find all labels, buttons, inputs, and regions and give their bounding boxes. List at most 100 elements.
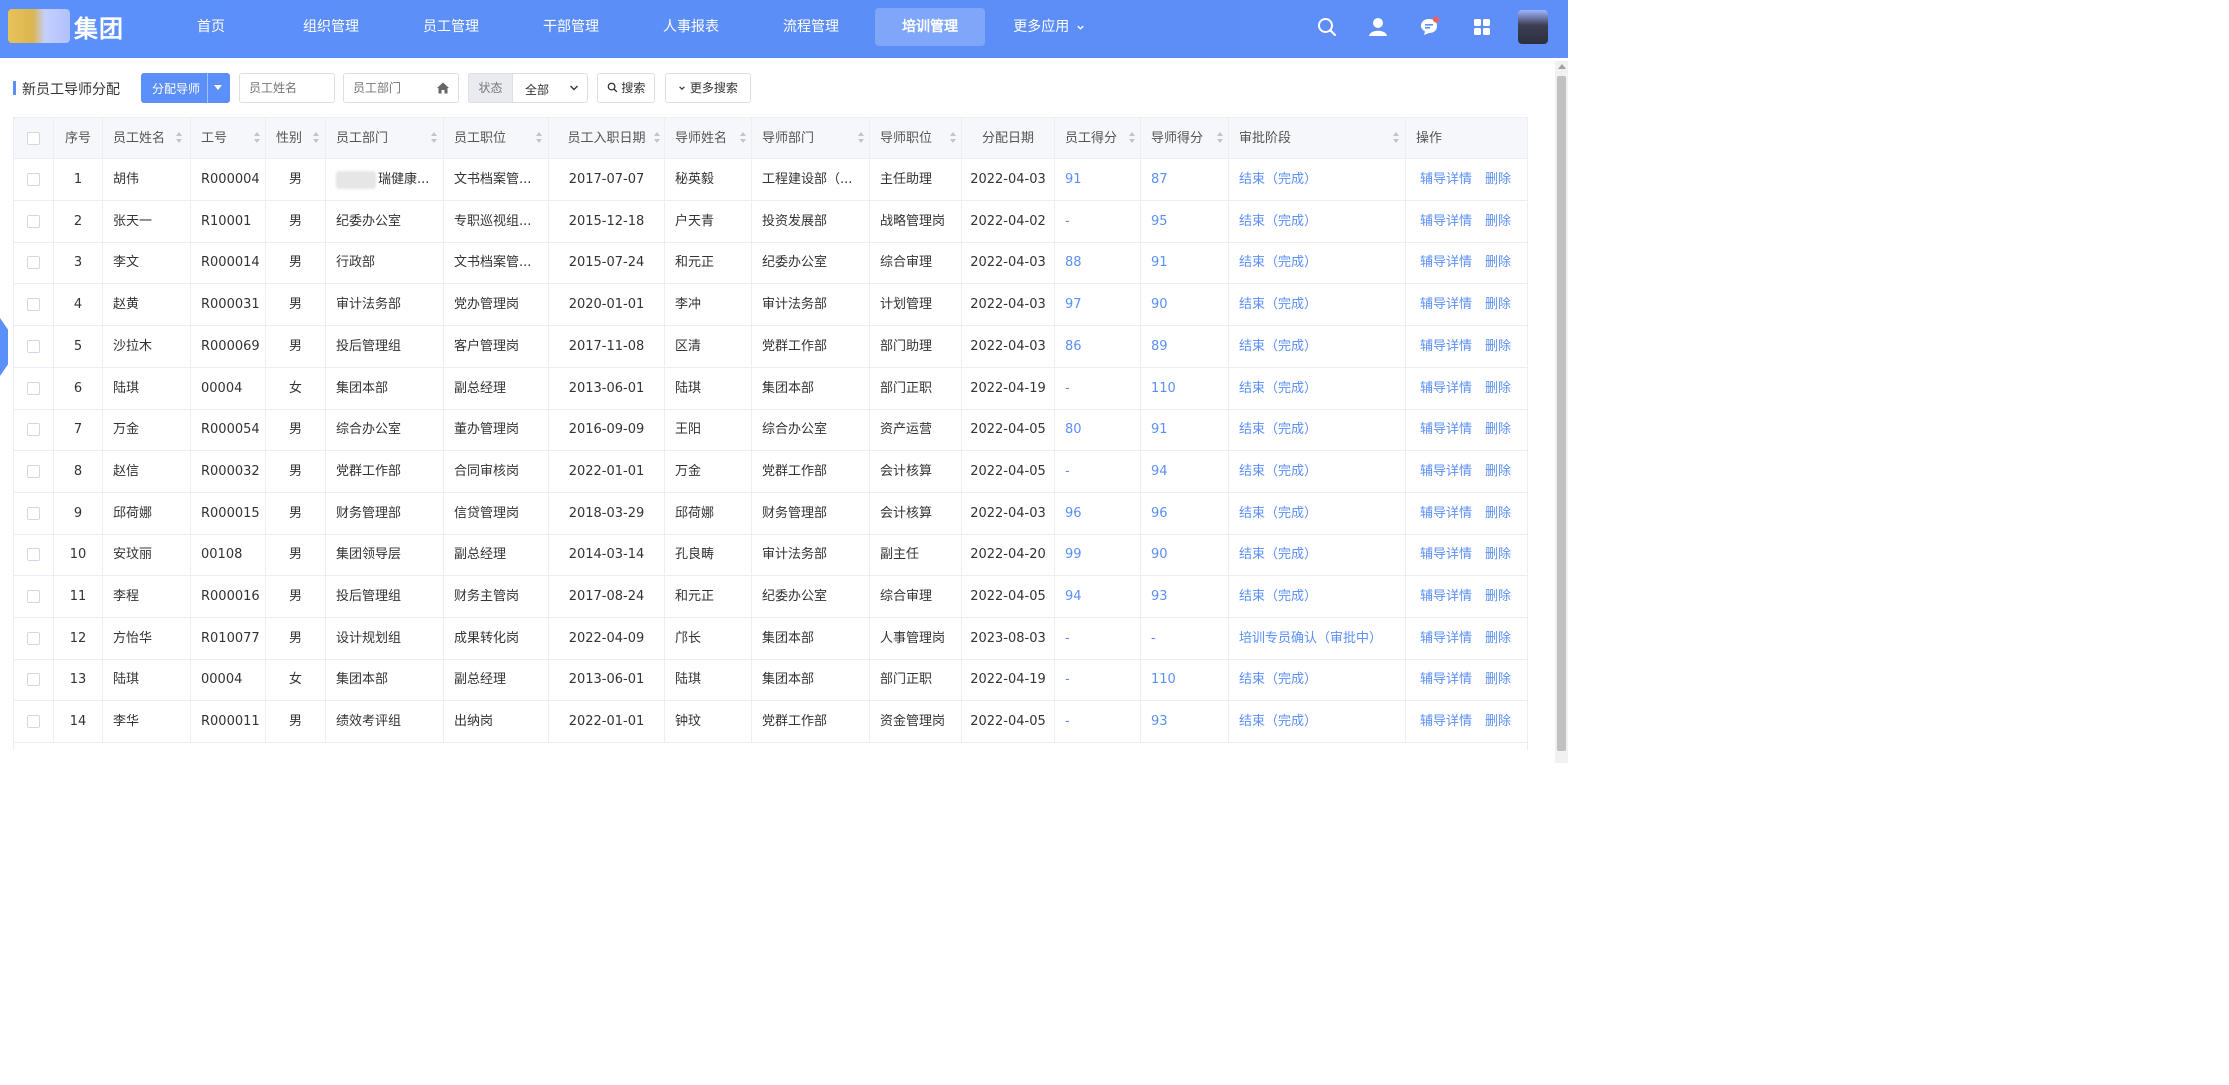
table-row[interactable]: 9 邱荷娜 R000015 男财务管理部 信贷管理岗 2018-03-29 邱荷娜 财务管理部… [14, 492, 1527, 535]
coaching-detail-link[interactable]: 辅导详情 [1420, 589, 1472, 604]
table-row[interactable]: 5 沙拉木 R000069 男投后管理组 客户管理岗 2017-11-08 区清 党群工作部部… [14, 325, 1527, 368]
more-search-button[interactable]: 更多搜索 [665, 73, 751, 103]
header-mentor-pos[interactable]: 导师职位 [870, 118, 962, 159]
scroll-up-arrow-icon[interactable] [1558, 64, 1566, 69]
nav-item-training[interactable]: 培训管理 [875, 8, 985, 46]
sort-icon[interactable] [254, 132, 260, 144]
table-row[interactable]: 11 李程 R000016 男投后管理组 财务主管岗 2017-08-24 和元正 纪委办公室… [14, 576, 1527, 618]
sort-icon[interactable] [1129, 132, 1135, 144]
header-stage[interactable]: 审批阶段 [1229, 118, 1406, 159]
sort-icon[interactable] [950, 132, 956, 144]
sort-icon[interactable] [740, 132, 746, 144]
row-checkbox[interactable] [27, 423, 40, 437]
row-checkbox[interactable] [27, 506, 40, 520]
side-collapse-tab[interactable] [0, 318, 8, 376]
header-emp-score[interactable]: 员工得分 [1055, 118, 1141, 159]
coaching-detail-link[interactable]: 辅导详情 [1420, 381, 1472, 396]
row-checkbox[interactable] [27, 381, 40, 395]
coaching-detail-link[interactable]: 辅导详情 [1420, 547, 1472, 562]
coaching-detail-link[interactable]: 辅导详情 [1420, 297, 1472, 312]
nav-item-home[interactable]: 首页 [151, 8, 271, 46]
row-checkbox[interactable] [27, 464, 40, 478]
cell-stage[interactable]: 结束（完成） [1229, 242, 1406, 284]
row-checkbox[interactable] [27, 673, 40, 687]
apps-grid-icon[interactable] [1471, 16, 1493, 38]
cell-stage[interactable]: 结束（完成） [1229, 492, 1406, 534]
delete-link[interactable]: 删除 [1485, 631, 1511, 646]
row-checkbox[interactable] [27, 256, 40, 270]
dept-picker-button[interactable] [427, 73, 459, 103]
cell-stage[interactable]: 结束（完成） [1229, 409, 1406, 451]
sort-icon[interactable] [431, 132, 437, 144]
delete-link[interactable]: 删除 [1485, 381, 1511, 396]
row-checkbox[interactable] [27, 298, 40, 312]
coaching-detail-link[interactable]: 辅导详情 [1420, 172, 1472, 187]
table-row[interactable]: 1 胡伟 R000004 男 瑞健康... 文书档案管... 2017-07-07 秘英毅 工程… [14, 159, 1527, 201]
search-icon[interactable] [1316, 16, 1338, 38]
table-row[interactable]: 8 赵信 R000032 男党群工作部 合同审核岗 2022-01-01 万金 党群工作部 会计… [14, 450, 1527, 493]
nav-item-process[interactable]: 流程管理 [751, 8, 871, 46]
row-checkbox[interactable] [27, 173, 40, 186]
delete-link[interactable]: 删除 [1485, 255, 1511, 270]
delete-link[interactable]: 删除 [1485, 547, 1511, 562]
cell-stage[interactable]: 结束（完成） [1229, 367, 1406, 409]
coaching-detail-link[interactable]: 辅导详情 [1420, 464, 1472, 479]
user-avatar[interactable] [1518, 10, 1548, 44]
table-row[interactable]: 12 方怡华 R010077 男设计规划组 成果转化岗 2022-04-09 邝长 集团本部人… [14, 617, 1527, 660]
table-row[interactable]: 3 李文 R000014 男行政部 文书档案管... 2015-07-24 和元正 纪委办公室… [14, 242, 1527, 285]
cell-stage[interactable]: 结束（完成） [1229, 450, 1406, 492]
header-gender[interactable]: 性别 [266, 118, 326, 159]
sort-icon[interactable] [536, 132, 542, 144]
sort-icon[interactable] [858, 132, 864, 144]
nav-item-cadre[interactable]: 干部管理 [511, 8, 631, 46]
table-row[interactable]: 6 陆琪 00004 女集团本部 副总经理 2013-06-01 陆琪 集团本部 部门正职 202… [14, 367, 1527, 410]
row-checkbox[interactable] [27, 548, 40, 562]
employee-name-input[interactable] [239, 73, 335, 103]
delete-link[interactable]: 删除 [1485, 339, 1511, 354]
delete-link[interactable]: 删除 [1485, 714, 1511, 729]
coaching-detail-link[interactable]: 辅导详情 [1420, 214, 1472, 229]
sort-icon[interactable] [313, 132, 319, 144]
delete-link[interactable]: 删除 [1485, 172, 1511, 187]
user-icon[interactable] [1367, 16, 1389, 38]
cell-stage[interactable]: 结束（完成） [1229, 325, 1406, 367]
header-dept[interactable]: 员工部门 [326, 118, 444, 159]
table-row[interactable]: 10 安玟丽 00108 男集团领导层 副总经理 2014-03-14 孔良畴 审计法务部 副主… [14, 534, 1527, 577]
coaching-detail-link[interactable]: 辅导详情 [1420, 339, 1472, 354]
sort-icon[interactable] [176, 132, 182, 144]
header-assign-date[interactable]: 分配日期 [962, 118, 1055, 159]
assign-mentor-button[interactable]: 分配导师 [141, 73, 230, 103]
employee-dept-input[interactable] [343, 73, 428, 103]
coaching-detail-link[interactable]: 辅导详情 [1420, 506, 1472, 521]
table-row[interactable]: 4 赵黄 R000031 男审计法务部 党办管理岗 2020-01-01 李冲 审计法务部 计划… [14, 284, 1527, 327]
cell-stage[interactable]: 结束（完成） [1229, 284, 1406, 326]
cell-stage[interactable]: 结束（完成） [1229, 659, 1406, 701]
table-row[interactable]: 13 陆琪 00004 女集团本部 副总经理 2013-06-01 陆琪 集团本部 部门正职 20… [14, 659, 1527, 702]
delete-link[interactable]: 删除 [1485, 297, 1511, 312]
coaching-detail-link[interactable]: 辅导详情 [1420, 672, 1472, 687]
coaching-detail-link[interactable]: 辅导详情 [1420, 714, 1472, 729]
header-mentor-dept[interactable]: 导师部门 [752, 118, 870, 159]
delete-link[interactable]: 删除 [1485, 672, 1511, 687]
header-position[interactable]: 员工职位 [444, 118, 549, 159]
cell-stage[interactable]: 结束（完成） [1229, 159, 1406, 200]
coaching-detail-link[interactable]: 辅导详情 [1420, 422, 1472, 437]
coaching-detail-link[interactable]: 辅导详情 [1420, 631, 1472, 646]
nav-item-org[interactable]: 组织管理 [271, 8, 391, 46]
header-id[interactable]: 工号 [191, 118, 266, 159]
message-icon[interactable] [1418, 16, 1440, 38]
header-mentor-score[interactable]: 导师得分 [1141, 118, 1229, 159]
cell-stage[interactable]: 结束（完成） [1229, 200, 1406, 242]
header-name[interactable]: 员工姓名 [103, 118, 191, 159]
row-checkbox[interactable] [27, 214, 40, 228]
table-row[interactable]: 14 李华 R000011 男绩效考评组 出纳岗 2022-01-01 钟玟 党群工作部 资金管… [14, 701, 1527, 744]
sort-icon[interactable] [654, 132, 660, 144]
delete-link[interactable]: 删除 [1485, 506, 1511, 521]
nav-item-reports[interactable]: 人事报表 [631, 8, 751, 46]
nav-item-employee[interactable]: 员工管理 [391, 8, 511, 46]
cell-stage[interactable]: 结束（完成） [1229, 701, 1406, 743]
delete-link[interactable]: 删除 [1485, 422, 1511, 437]
header-mentor[interactable]: 导师姓名 [665, 118, 752, 159]
sort-icon[interactable] [1217, 132, 1223, 144]
row-checkbox[interactable] [27, 715, 40, 729]
